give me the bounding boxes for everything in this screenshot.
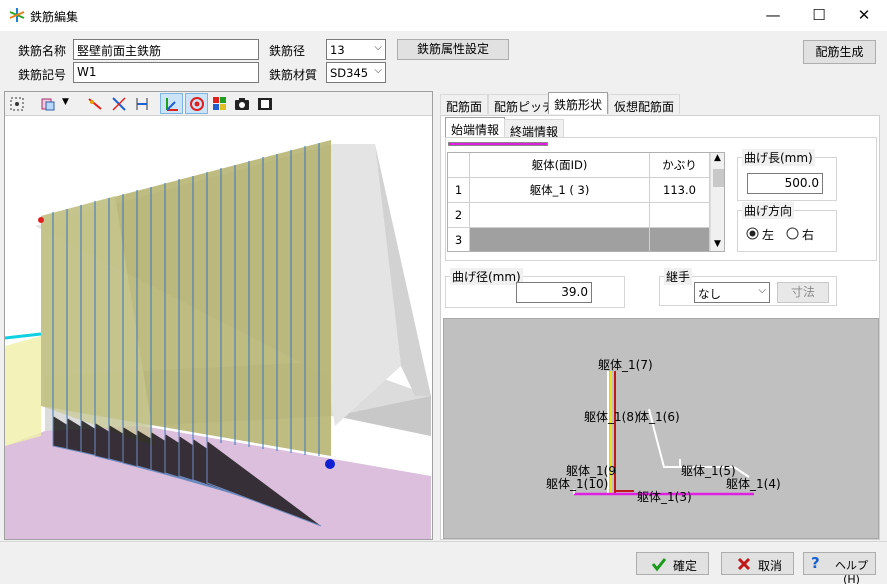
- bend-length-group: 曲げ長(mm) 500.0: [737, 149, 837, 201]
- row-number: 2: [448, 203, 470, 228]
- generate-button[interactable]: 配筋生成: [803, 40, 876, 64]
- fit-view-icon[interactable]: [9, 96, 25, 112]
- bend-direction-group: 曲げ方向 左 右: [737, 202, 837, 252]
- header-cover: かぶり: [650, 153, 710, 178]
- chevron-down-icon: ⌵: [374, 42, 382, 53]
- bend-length-label: 曲げ長(mm): [742, 149, 815, 166]
- color-indicator: [448, 142, 548, 146]
- scroll-up-icon[interactable]: ▲: [714, 153, 721, 163]
- close-button[interactable]: ✕: [841, 0, 887, 31]
- shape-drawing: 躯体_1(7) 躯体_1(8) 体_1(6) 躯体_1(9 躯体_1(10) 躯…: [443, 318, 879, 539]
- name-label: 鉄筋名称: [18, 44, 67, 58]
- radio-unchecked-icon: [786, 227, 799, 240]
- table-cell[interactable]: [470, 203, 650, 228]
- tab-strip: 配筋面 配筋ピッチ 鉄筋形状 仮想配筋面: [440, 92, 880, 116]
- caret-down-icon[interactable]: ▼: [62, 97, 69, 107]
- ok-button[interactable]: 確定: [636, 552, 709, 575]
- table-cell[interactable]: [650, 203, 710, 228]
- help-button[interactable]: ? ヘルプ(H): [803, 552, 876, 584]
- axis-icon: [166, 98, 178, 111]
- select-line-icon[interactable]: [111, 96, 127, 112]
- code-input[interactable]: W1: [73, 62, 259, 83]
- joint-label: 継手: [664, 268, 693, 285]
- material-select[interactable]: SD345 ⌵: [326, 62, 386, 83]
- bend-direction-label: 曲げ方向: [742, 202, 795, 219]
- select-point-icon[interactable]: [87, 96, 103, 112]
- radio-checked-icon: [746, 227, 759, 240]
- start-info-panel: 躯体(面ID) かぶり 1 躯体_1 ( 3) 113.0 2 3 ▲ ▼ 曲げ…: [445, 137, 877, 261]
- tab-content: 始端情報 終端情報 躯体(面ID) かぶり 1 躯体_1 ( 3) 113.0 …: [440, 115, 880, 540]
- code-label: 鉄筋記号: [18, 68, 67, 82]
- diameter-label: 鉄筋径: [269, 44, 306, 58]
- cross-icon: [737, 557, 751, 571]
- table-cell[interactable]: 躯体_1 ( 3): [470, 178, 650, 203]
- view-mode-icon[interactable]: [40, 96, 56, 112]
- label-face-3: 躯体_1(3): [637, 490, 692, 504]
- attr-settings-button[interactable]: 鉄筋属性設定: [397, 39, 509, 60]
- target-icon: [190, 97, 204, 111]
- view-3d-panel[interactable]: ▼: [4, 91, 433, 540]
- chevron-down-icon: ⌵: [758, 285, 766, 296]
- label-face-4: 躯体_1(4): [726, 477, 781, 491]
- tab-virtual-face[interactable]: 仮想配筋面: [608, 94, 681, 114]
- film-icon[interactable]: [257, 96, 273, 112]
- check-icon: [651, 558, 667, 572]
- cancel-button[interactable]: 取消: [721, 552, 794, 575]
- material-value: SD345: [330, 66, 369, 80]
- subtab-start[interactable]: 始端情報: [445, 117, 506, 137]
- minimize-button[interactable]: —: [750, 0, 796, 31]
- table-cell[interactable]: [470, 228, 650, 251]
- header-body: 躯体(面ID): [470, 153, 650, 178]
- bend-radius-group: 曲げ径(mm) 39.0: [445, 268, 625, 308]
- row-number: 1: [448, 178, 470, 203]
- dimension-icon[interactable]: [134, 96, 150, 112]
- joint-select[interactable]: なし ⌵: [694, 282, 770, 303]
- axis-toggle[interactable]: [160, 93, 183, 114]
- bend-length-input[interactable]: 500.0: [747, 173, 823, 194]
- end-point-marker: [325, 459, 335, 469]
- label-face-8: 躯体_1(8): [584, 410, 639, 424]
- subtab-end[interactable]: 終端情報: [504, 119, 565, 139]
- window-title: 鉄筋編集: [30, 10, 79, 24]
- name-input[interactable]: 竪壁前面主鉄筋: [73, 39, 259, 60]
- row-number: 3: [448, 228, 470, 251]
- dimension-button[interactable]: 寸法: [777, 282, 829, 303]
- label-face-7: 躯体_1(7): [598, 358, 653, 372]
- shape-lines: [573, 371, 754, 496]
- target-toggle[interactable]: [185, 93, 208, 114]
- maximize-button[interactable]: ☐: [796, 0, 842, 31]
- footer-divider: [0, 541, 887, 542]
- scroll-down-icon[interactable]: ▼: [714, 239, 721, 249]
- view-toolbar: ▼: [5, 92, 432, 116]
- body-cover-grid[interactable]: 躯体(面ID) かぶり 1 躯体_1 ( 3) 113.0 2 3 ▲ ▼: [447, 152, 725, 252]
- bend-radius-input[interactable]: 39.0: [516, 282, 592, 303]
- app-icon: [9, 8, 25, 22]
- start-point-marker: [38, 217, 44, 223]
- table-cell[interactable]: [650, 228, 710, 251]
- table-cell[interactable]: 113.0: [650, 178, 710, 203]
- bend-radius-label: 曲げ径(mm): [450, 268, 523, 285]
- label-face-6: 体_1(6): [637, 410, 680, 424]
- help-icon: ?: [811, 554, 820, 572]
- diameter-select[interactable]: 13 ⌵: [326, 39, 386, 60]
- joint-group: 継手 なし ⌵ 寸法: [659, 268, 837, 306]
- chevron-down-icon: ⌵: [374, 65, 382, 76]
- diameter-value: 13: [330, 43, 345, 57]
- color-palette-icon[interactable]: [212, 96, 228, 112]
- title-bar: 鉄筋編集 — ☐ ✕: [0, 0, 887, 31]
- tab-haikinmen[interactable]: 配筋面: [440, 94, 489, 114]
- scroll-thumb[interactable]: [713, 169, 724, 187]
- view-3d-canvas[interactable]: [5, 116, 432, 540]
- material-label: 鉄筋材質: [269, 68, 318, 82]
- tab-rebar-shape[interactable]: 鉄筋形状: [548, 92, 609, 114]
- joint-value: なし: [698, 287, 721, 301]
- camera-icon[interactable]: [234, 96, 250, 112]
- label-face-10: 躯体_1(10): [546, 477, 609, 491]
- grid-scrollbar[interactable]: ▲ ▼: [710, 153, 724, 251]
